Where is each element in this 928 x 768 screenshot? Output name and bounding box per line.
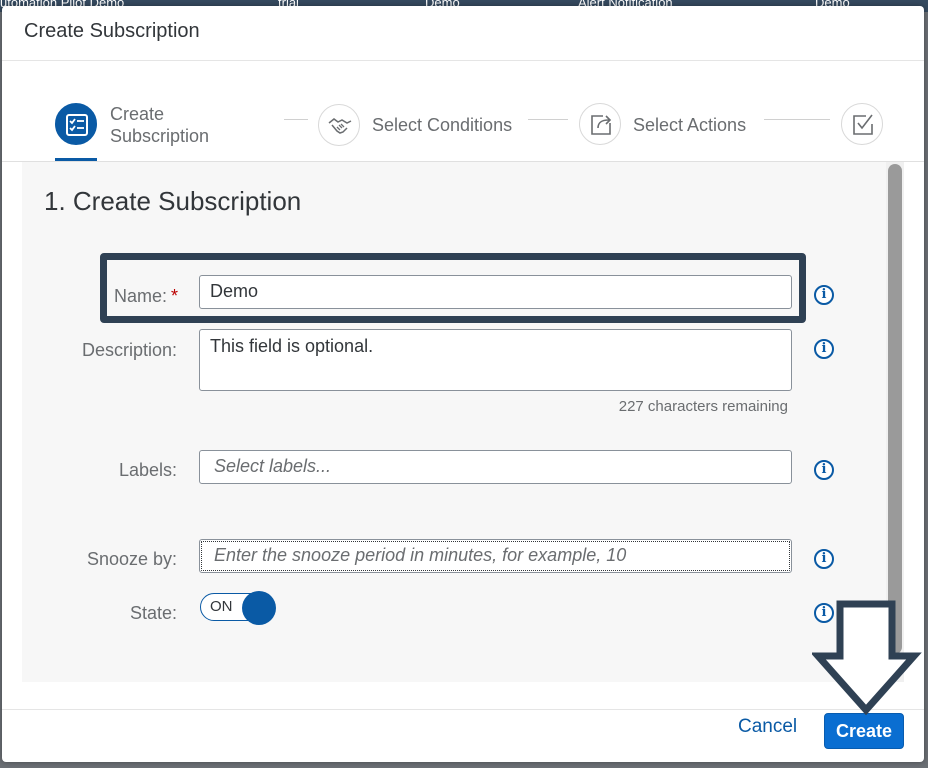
down-arrow-annotation <box>812 600 922 716</box>
checklist-icon <box>66 114 88 136</box>
step-separator <box>528 119 568 120</box>
description-textarea[interactable]: This field is optional. <box>199 329 792 391</box>
snooze-info-icon[interactable]: i <box>814 549 834 569</box>
section-title: 1. Create Subscription <box>44 186 302 216</box>
snooze-label: Snooze by: <box>86 549 177 569</box>
handshake-icon <box>328 118 352 134</box>
step-separator <box>284 119 308 120</box>
labels-info-icon[interactable]: i <box>814 460 834 480</box>
description-info-icon[interactable]: i <box>814 339 834 359</box>
step-select-actions[interactable] <box>579 103 621 145</box>
step-create-subscription[interactable] <box>55 103 97 145</box>
state-label: State: <box>129 603 177 623</box>
step-select-conditions[interactable] <box>318 104 360 146</box>
scrollbar-thumb[interactable] <box>888 164 902 654</box>
step-label-select-actions: Select Actions <box>633 115 747 135</box>
switch-knob <box>242 591 276 625</box>
labels-multiinput[interactable]: Select labels... <box>199 450 792 484</box>
character-counter: 227 characters remaining <box>618 398 788 415</box>
cancel-button[interactable]: Cancel <box>738 716 797 738</box>
step-label-line: Create <box>110 104 165 124</box>
footer-divider <box>2 709 924 710</box>
share-icon <box>591 115 612 135</box>
step-label-line: Subscription <box>110 126 210 146</box>
header-divider <box>2 60 924 61</box>
state-switch[interactable]: ON <box>200 591 276 625</box>
step-separator <box>764 119 830 120</box>
step-label-create-subscription: Create Subscription <box>110 103 209 147</box>
dialog-title: Create Subscription <box>24 20 200 42</box>
labels-label: Labels: <box>118 460 177 480</box>
step-label-select-conditions: Select Conditions <box>372 115 513 135</box>
snooze-input[interactable]: Enter the snooze period in minutes, for … <box>199 539 792 573</box>
description-label: Description: <box>81 340 177 360</box>
step-review[interactable] <box>841 103 883 145</box>
switch-text: ON <box>210 598 233 615</box>
name-info-icon[interactable]: i <box>814 285 834 305</box>
name-highlight-annotation <box>100 253 806 323</box>
checkbox-icon <box>853 114 873 135</box>
